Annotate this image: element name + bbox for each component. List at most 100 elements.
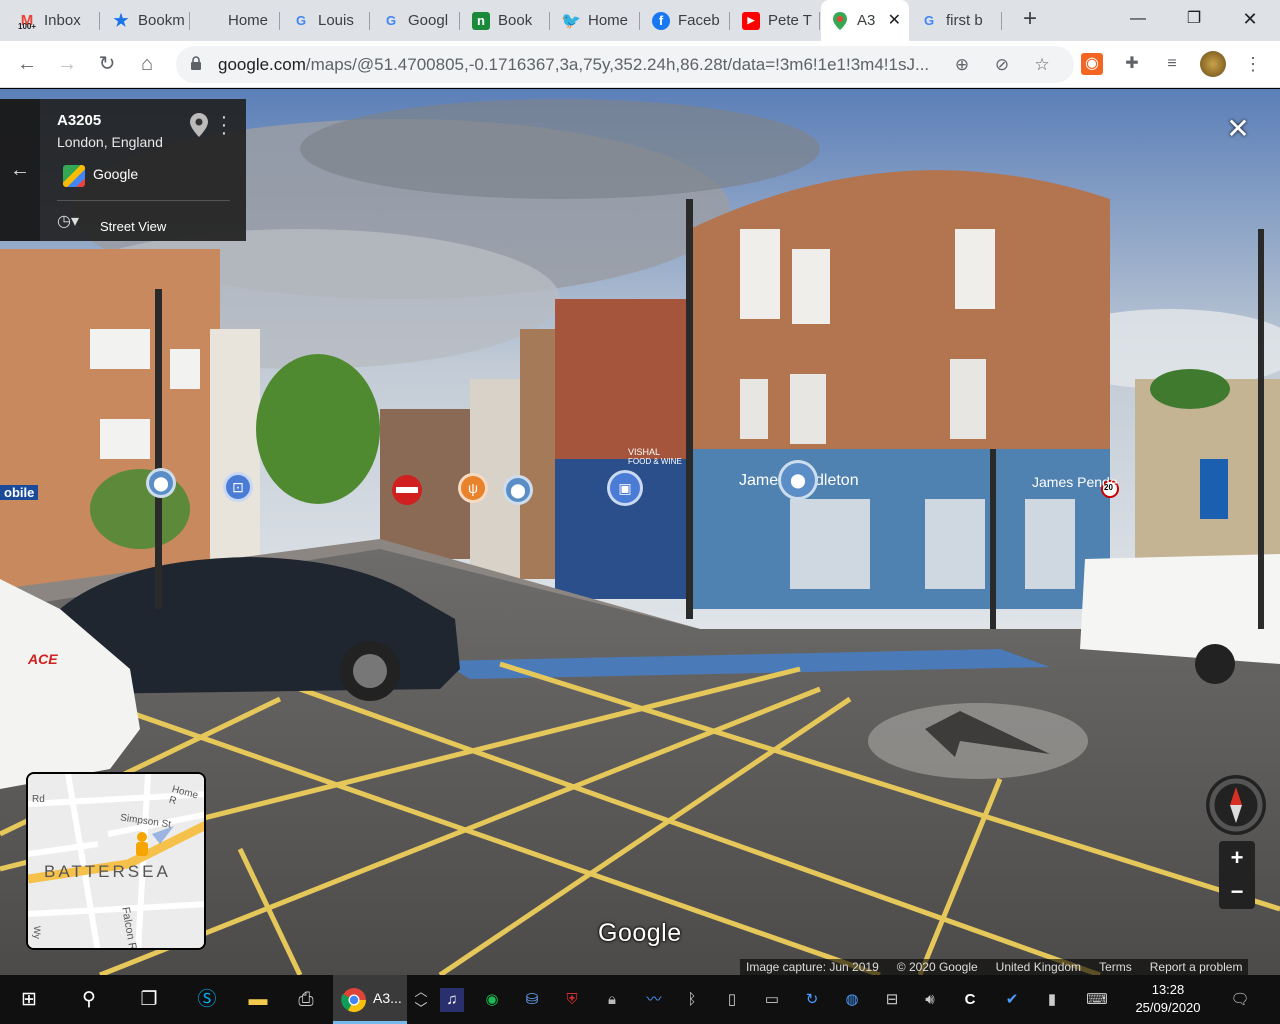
- map-label-wy: Wy: [32, 926, 42, 939]
- globe-icon[interactable]: ◍: [840, 988, 864, 1012]
- gmail-badge: 100+: [18, 22, 37, 31]
- compass-control[interactable]: [1206, 775, 1266, 835]
- extensions-icon[interactable]: ✚: [1121, 53, 1143, 75]
- add-circle-icon[interactable]: ⊕: [950, 53, 974, 77]
- lock-app-icon[interactable]: 🔒︎: [600, 988, 624, 1012]
- bluetooth-icon[interactable]: ᛒ: [680, 988, 704, 1012]
- location-pin-icon: ⬤: [153, 474, 169, 491]
- battery-icon[interactable]: ▮: [1040, 988, 1064, 1012]
- copyright-text: © 2020 Google: [896, 960, 978, 974]
- tab-book[interactable]: n Book: [462, 0, 550, 41]
- check-shield-icon[interactable]: ✔: [1000, 988, 1024, 1012]
- poi-marker-estate-agent[interactable]: ⬤: [778, 460, 818, 500]
- tab-twitter[interactable]: 🐦 Home: [552, 0, 640, 41]
- home-button[interactable]: ⌂: [133, 50, 161, 78]
- location-title: A3205: [57, 112, 102, 129]
- map-label-battersea: BATTERSEA: [44, 862, 171, 881]
- tab-first[interactable]: G first b: [910, 0, 1002, 41]
- google-icon: G: [923, 13, 935, 28]
- google-watermark: Google: [598, 919, 682, 947]
- notification-icon[interactable]: 🗨︎: [1228, 988, 1252, 1012]
- keyboard-icon[interactable]: ⌨: [1082, 988, 1112, 1012]
- store-sign-2: FOOD & WINE: [628, 457, 682, 466]
- star-icon: ★: [113, 10, 129, 30]
- close-street-view-button[interactable]: ✕: [1224, 115, 1252, 143]
- zoom-out-button[interactable]: −: [1219, 875, 1255, 909]
- poi-marker-shopping[interactable]: ⊡: [223, 472, 253, 502]
- taskbar-chrome-button[interactable]: A3...: [333, 975, 407, 1024]
- location-pin-icon: ⬤: [510, 481, 526, 498]
- tab-maps-active[interactable]: A3 ✕: [821, 0, 909, 41]
- system-clock[interactable]: 13:28 25/09/2020: [1128, 981, 1208, 1017]
- facebook-icon: f: [652, 11, 670, 30]
- time-travel-clock-icon[interactable]: ◷▾: [57, 211, 79, 231]
- back-button[interactable]: ←: [13, 50, 41, 78]
- display-icon[interactable]: ▭: [760, 988, 784, 1012]
- mcafee-icon[interactable]: ⛨: [560, 988, 584, 1012]
- image-provider[interactable]: Google: [93, 166, 138, 182]
- street-view-panorama[interactable]: James dleton James Pende VISHAL FOOD & W…: [0, 89, 1280, 975]
- new-tab-button[interactable]: +: [1016, 5, 1044, 33]
- terms-link[interactable]: Terms: [1099, 960, 1132, 974]
- back-arrow-button[interactable]: ←: [0, 99, 40, 241]
- close-tab-icon[interactable]: ✕: [888, 10, 901, 30]
- region-link[interactable]: United Kingdom: [996, 960, 1081, 974]
- file-explorer-icon[interactable]: ▬: [241, 983, 275, 1017]
- location-info-card: ← A3205 London, England Google ◷▾ Street…: [0, 99, 246, 241]
- search-icon[interactable]: ⚲: [72, 983, 106, 1017]
- lock-icon: [191, 56, 201, 70]
- poi-marker-place-2[interactable]: ⬤: [503, 475, 533, 505]
- zoom-in-button[interactable]: +: [1219, 841, 1255, 875]
- usb-drive-icon[interactable]: ▯: [720, 988, 744, 1012]
- c-app-icon[interactable]: C: [958, 988, 982, 1012]
- amazon-music-icon[interactable]: ♫: [440, 988, 464, 1012]
- browser-toolbar: ← → ↻ ⌂ google.com/maps/@51.4700805,-0.1…: [0, 41, 1280, 88]
- profile-avatar[interactable]: [1200, 51, 1226, 77]
- more-options-icon[interactable]: · · ·: [218, 107, 230, 143]
- taskbar-overflow-arrows[interactable]: ︿ ﹀: [409, 983, 433, 1017]
- tab-home[interactable]: Home: [192, 0, 280, 41]
- poi-marker-place[interactable]: ⬤: [146, 468, 176, 498]
- n-icon: n: [472, 11, 490, 30]
- report-problem-link[interactable]: Report a problem: [1150, 960, 1243, 974]
- media-control-icon[interactable]: ≡: [1161, 53, 1183, 75]
- map-footer: Image capture: Jun 2019 © 2020 Google Un…: [740, 959, 1249, 975]
- start-windows-icon[interactable]: ⊞: [12, 983, 46, 1017]
- minimize-button[interactable]: —: [1110, 0, 1166, 38]
- skype-icon[interactable]: Ⓢ: [190, 983, 224, 1017]
- tab-google[interactable]: G Googl: [372, 0, 460, 41]
- sync-icon[interactable]: ↻: [800, 988, 824, 1012]
- waves-icon[interactable]: 〰: [642, 988, 666, 1012]
- poi-marker-restaurant[interactable]: ψ: [458, 473, 488, 503]
- location-pin-icon[interactable]: [190, 113, 208, 137]
- tab-bookmarks[interactable]: ★ Bookm: [102, 0, 190, 41]
- network-icon[interactable]: ⊟: [880, 988, 904, 1012]
- zoom-control: + −: [1219, 841, 1255, 909]
- clock-date: 25/09/2020: [1135, 1000, 1201, 1015]
- tab-louis[interactable]: G Louis: [282, 0, 370, 41]
- reload-button[interactable]: ↻: [93, 50, 121, 78]
- tab-youtube[interactable]: ▶ Pete T: [732, 0, 820, 41]
- bookmark-star-icon[interactable]: ☆: [1030, 53, 1054, 77]
- menu-dots-icon[interactable]: ⋮: [1242, 53, 1264, 75]
- rss-icon[interactable]: ◉: [1081, 53, 1103, 75]
- task-view-icon[interactable]: ❐: [132, 983, 166, 1017]
- spotify-icon[interactable]: ◉: [480, 988, 504, 1012]
- scanner-icon[interactable]: ⎙: [289, 983, 323, 1017]
- network-drive-icon[interactable]: ⛁: [520, 988, 544, 1012]
- tab-gmail[interactable]: M Inbox: [8, 0, 100, 41]
- image-capture-date: Image capture: Jun 2019: [746, 960, 879, 974]
- shopping-bag-icon: ⊡: [232, 478, 244, 495]
- tab-facebook[interactable]: f Faceb: [642, 0, 730, 41]
- google-maps-logo-icon: [63, 165, 85, 187]
- street-view-label: Street View: [100, 219, 167, 234]
- maximize-button[interactable]: ❐: [1166, 0, 1222, 38]
- volume-icon[interactable]: 🔊︎: [918, 988, 942, 1012]
- poi-marker-store[interactable]: ▣: [607, 470, 643, 506]
- forward-button[interactable]: →: [53, 50, 81, 78]
- location-subtitle: London, England: [57, 134, 163, 150]
- address-bar[interactable]: google.com/maps/@51.4700805,-0.1716367,3…: [176, 46, 1074, 83]
- minimap[interactable]: Rd Home R Simpson St BATTERSEA Falcon Rd…: [26, 772, 206, 950]
- close-window-button[interactable]: ✕: [1222, 0, 1278, 38]
- eye-slash-icon[interactable]: ⊘: [990, 53, 1014, 77]
